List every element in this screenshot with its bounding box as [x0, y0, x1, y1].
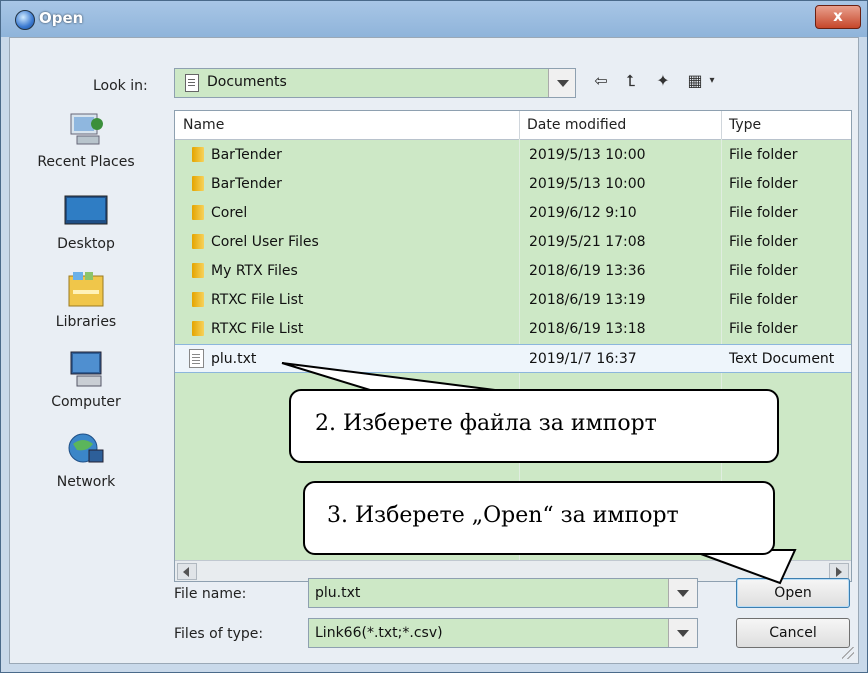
documents-icon [185, 74, 199, 92]
file-type-select[interactable]: Link66(*.txt;*.csv) [308, 618, 698, 648]
folder-icon [192, 234, 204, 249]
globe-icon [15, 10, 35, 30]
file-name: BarTender [211, 147, 282, 163]
scroll-left-icon[interactable] [177, 563, 197, 580]
new-folder-icon[interactable]: ✦ [650, 68, 676, 94]
desktop-icon [64, 195, 108, 225]
file-date: 2019/6/12 9:10 [529, 205, 637, 221]
file-name: plu.txt [211, 351, 257, 367]
place-label: Network [56, 474, 116, 490]
file-date: 2018/6/19 13:18 [529, 321, 646, 337]
recent-places-icon [70, 113, 103, 145]
column-divider [519, 111, 520, 139]
file-row[interactable]: My RTX Files 2018/6/19 13:36 File folder [175, 257, 851, 286]
folder-icon [192, 205, 204, 220]
resize-grip-icon[interactable] [842, 647, 854, 659]
file-date: 2019/5/21 17:08 [529, 234, 646, 250]
column-header: Name Date modified Type [175, 111, 851, 140]
file-type: File folder [729, 263, 798, 279]
dialog-title: Open [39, 9, 84, 27]
place-label: Computer [51, 394, 121, 410]
look-in-label: Look in: [93, 78, 148, 94]
file-name-label: File name: [174, 586, 247, 602]
place-network[interactable]: Network [10, 430, 162, 490]
column-date[interactable]: Date modified [527, 117, 626, 133]
place-recent[interactable]: Recent Places [10, 110, 162, 170]
view-dropdown-icon[interactable]: ▾ [706, 68, 718, 94]
callout-text: 2. Изберете файла за импорт [315, 411, 657, 436]
places-bar: Recent Places Desktop Libraries Computer… [10, 108, 162, 668]
libraries-icon [68, 272, 104, 307]
column-divider [721, 111, 722, 139]
place-label: Libraries [55, 314, 117, 330]
file-type: File folder [729, 292, 798, 308]
look-in-dropdown[interactable] [548, 69, 575, 97]
close-button[interactable]: x [815, 5, 861, 29]
file-row[interactable]: RTXC File List 2018/6/19 13:18 File fold… [175, 315, 851, 344]
look-in-combo[interactable]: Documents [174, 68, 576, 98]
computer-icon [70, 351, 102, 387]
file-name: RTXC File List [211, 292, 304, 308]
file-name-value: plu.txt [315, 585, 361, 601]
file-date: 2019/5/13 10:00 [529, 147, 646, 163]
folder-icon [192, 292, 204, 307]
open-button[interactable]: Open [736, 578, 850, 608]
file-date: 2018/6/19 13:19 [529, 292, 646, 308]
place-label: Desktop [57, 236, 115, 252]
folder-icon [192, 263, 204, 278]
file-type-label: Files of type: [174, 626, 264, 642]
network-icon [68, 433, 104, 463]
chevron-down-icon [677, 630, 689, 637]
place-label: Recent Places [37, 154, 135, 170]
file-type: File folder [729, 321, 798, 337]
column-type[interactable]: Type [729, 117, 761, 133]
look-in-value: Documents [207, 74, 287, 90]
place-libraries[interactable]: Libraries [10, 270, 162, 330]
file-type: Text Document [729, 351, 835, 367]
file-row[interactable]: Corel User Files 2019/5/21 17:08 File fo… [175, 228, 851, 257]
file-row[interactable]: RTXC File List 2018/6/19 13:19 File fold… [175, 286, 851, 315]
text-file-icon [189, 349, 204, 368]
folder-icon [192, 321, 204, 336]
folder-icon [192, 176, 204, 191]
up-folder-icon[interactable]: ⮤ [618, 68, 644, 94]
file-row[interactable]: BarTender 2019/5/13 10:00 File folder [175, 170, 851, 199]
folder-icon [192, 147, 204, 162]
file-row-selected[interactable]: plu.txt 2019/1/7 16:37 Text Document [175, 344, 851, 373]
view-menu-icon[interactable]: ▦ [682, 68, 708, 94]
file-name-input[interactable]: plu.txt [308, 578, 698, 608]
cancel-button[interactable]: Cancel [736, 618, 850, 648]
dialog-body: Look in: Documents ⇦ ⮤ ✦ ▦ ▾ Recent Plac… [9, 37, 859, 664]
place-computer[interactable]: Computer [10, 350, 162, 410]
column-name[interactable]: Name [183, 117, 224, 133]
callout-select-file: 2. Изберете файла за импорт [289, 389, 779, 463]
file-name: Corel [211, 205, 248, 221]
open-dialog: Open x Look in: Documents ⇦ ⮤ ✦ ▦ ▾ Rece… [0, 0, 868, 673]
file-type: File folder [729, 147, 798, 163]
file-type-value: Link66(*.txt;*.csv) [315, 625, 443, 641]
callout-text: 3. Изберете „Open“ за импорт [327, 503, 679, 528]
file-type: File folder [729, 205, 798, 221]
place-desktop[interactable]: Desktop [10, 192, 162, 252]
file-name-dropdown[interactable] [668, 579, 697, 607]
file-type-dropdown[interactable] [668, 619, 697, 647]
file-date: 2018/6/19 13:36 [529, 263, 646, 279]
back-arrow-icon[interactable]: ⇦ [588, 68, 614, 94]
title-bar[interactable]: Open x [1, 1, 867, 37]
file-name: Corel User Files [211, 234, 319, 250]
file-name: RTXC File List [211, 321, 304, 337]
file-type: File folder [729, 176, 798, 192]
file-name: BarTender [211, 176, 282, 192]
file-date: 2019/5/13 10:00 [529, 176, 646, 192]
callout-press-open: 3. Изберете „Open“ за импорт [303, 481, 775, 555]
file-type: File folder [729, 234, 798, 250]
file-row[interactable]: Corel 2019/6/12 9:10 File folder [175, 199, 851, 228]
file-name: My RTX Files [211, 263, 298, 279]
file-row[interactable]: BarTender 2019/5/13 10:00 File folder [175, 141, 851, 170]
file-date: 2019/1/7 16:37 [529, 351, 637, 367]
chevron-down-icon [557, 80, 569, 87]
chevron-down-icon [677, 590, 689, 597]
